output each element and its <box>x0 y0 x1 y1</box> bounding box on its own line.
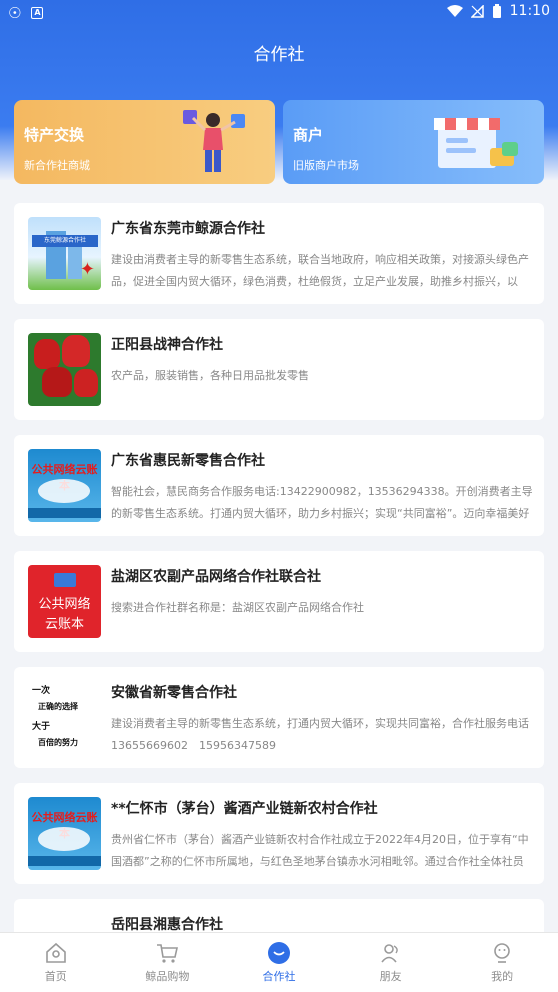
tab-home[interactable]: 首页 <box>0 933 112 992</box>
cooperative-icon <box>267 942 290 964</box>
page-title: 合作社 <box>253 45 305 65</box>
thumbnail-caption-line1: 公共网络 <box>38 597 91 612</box>
cooperative-name: **仁怀市（茅台）酱酒产业链新农村合作社 <box>111 801 378 817</box>
thumbnail-line: 正确的选择 <box>38 702 78 711</box>
banner-subtitle: 旧版商户市场 <box>293 159 359 172</box>
storefront-illustration <box>434 118 518 168</box>
tab-cooperative[interactable]: 合作社 <box>223 933 335 992</box>
cooperative-description: 智能社会，慧民商务合作服务电话:13422900982，13536294338。… <box>111 485 533 520</box>
thumbnail-line: 大于 <box>32 722 51 732</box>
thumbnail-line: 一次 <box>32 686 51 696</box>
cooperative-name: 安徽省新零售合作社 <box>111 685 237 701</box>
accessibility-icon: A <box>31 7 44 19</box>
tab-label: 合作社 <box>262 970 296 983</box>
cooperative-card[interactable]: 正阳县战神合作社 农产品，服装销售，各种日用品批发零售 <box>14 319 544 420</box>
banner-title: 商户 <box>293 126 324 144</box>
cooperative-card[interactable]: 公共网络云账本 广东省惠民新零售合作社 智能社会，慧民商务合作服务电话:1342… <box>14 435 544 536</box>
banner-subtitle: 新合作社商城 <box>24 159 90 172</box>
thumbnail-caption: 东莞鲸源合作社 <box>32 235 98 247</box>
cooperative-description: 农产品，服装销售，各种日用品批发零售 <box>111 369 309 382</box>
home-icon <box>45 942 66 963</box>
tab-shopping[interactable]: 鲸品购物 <box>112 933 224 992</box>
cooperative-description: 贵州省仁怀市（茅台）酱酒产业链新农村合作社成立于2022年4月20日，位于享有“… <box>111 833 529 868</box>
profile-icon <box>494 943 510 963</box>
cooperative-thumbnail: 东莞鲸源合作社 ✦ <box>28 217 101 290</box>
specialty-exchange-banner[interactable]: 特产交换 新合作社商城 <box>14 100 275 184</box>
merchant-banner[interactable]: 商户 旧版商户市场 <box>283 100 544 184</box>
app-notification-icon: ☉ <box>8 4 22 22</box>
status-bar: ☉ A 11:10 <box>0 0 558 26</box>
cooperative-thumbnail: 公共网络云账本 <box>28 449 101 522</box>
banner-title: 特产交换 <box>24 126 85 144</box>
cooperative-thumbnail: 公共网络 云账本 <box>28 565 101 638</box>
cooperative-card[interactable]: 公共网络 云账本 盐湖区农副产品网络合作社联合社 搜索进合作社群名称是：盐湖区农… <box>14 551 544 652</box>
no-signal-icon <box>470 4 484 18</box>
tab-friends[interactable]: 朋友 <box>335 933 447 992</box>
thumbnail-caption-line2: 云账本 <box>44 617 84 632</box>
tab-label: 我的 <box>491 970 514 983</box>
cooperative-thumbnail: 一次 正确的选择 大于 百倍的努力 <box>28 681 101 754</box>
battery-icon <box>492 3 501 18</box>
friends-icon <box>380 944 398 963</box>
tab-label: 鲸品购物 <box>145 970 190 983</box>
cooperative-thumbnail <box>28 333 101 406</box>
cooperative-description: 建设由消费者主导的新零售生态系统，联合当地政府，响应相关政策，对接源头绿色产品，… <box>111 253 529 288</box>
wifi-icon <box>446 4 463 17</box>
cooperative-name: 广东省惠民新零售合作社 <box>111 453 265 469</box>
cooperative-card[interactable]: 公共网络云账本 **仁怀市（茅台）酱酒产业链新农村合作社 贵州省仁怀市（茅台）酱… <box>14 783 544 884</box>
thumbnail-line: 百倍的努力 <box>38 738 78 747</box>
cooperative-name: 盐湖区农副产品网络合作社联合社 <box>111 569 321 585</box>
cooperative-thumbnail: 公共网络云账本 <box>28 797 101 870</box>
cooperative-card[interactable]: 一次 正确的选择 大于 百倍的努力 安徽省新零售合作社 建设消费者主导的新零售生… <box>14 667 544 768</box>
cooperative-description: 搜索进合作社群名称是：盐湖区农副产品网络合作社 <box>111 601 364 614</box>
shopping-woman-illustration <box>183 110 245 172</box>
cooperative-name: 岳阳县湘惠合作社 <box>111 917 223 933</box>
bottom-tab-bar: 首页 鲸品购物 合作社 朋友 我的 <box>0 932 558 992</box>
cart-icon <box>157 944 179 963</box>
tab-label: 朋友 <box>379 970 402 983</box>
cooperative-description: 建设消费者主导的新零售生态系统，打通内贸大循环，实现共同富裕，合作社服务电话 1… <box>111 717 529 752</box>
cooperative-card[interactable]: 东莞鲸源合作社 ✦ 广东省东莞市鲸源合作社 建设由消费者主导的新零售生态系统，联… <box>14 203 544 304</box>
cooperative-name: 正阳县战神合作社 <box>111 337 223 353</box>
cooperative-list[interactable]: 东莞鲸源合作社 ✦ 广东省东莞市鲸源合作社 建设由消费者主导的新零售生态系统，联… <box>14 203 544 974</box>
cooperative-name: 广东省东莞市鲸源合作社 <box>111 221 265 237</box>
tab-profile[interactable]: 我的 <box>446 933 558 992</box>
tab-label: 首页 <box>44 970 67 983</box>
status-time: 11:10 <box>509 3 550 19</box>
